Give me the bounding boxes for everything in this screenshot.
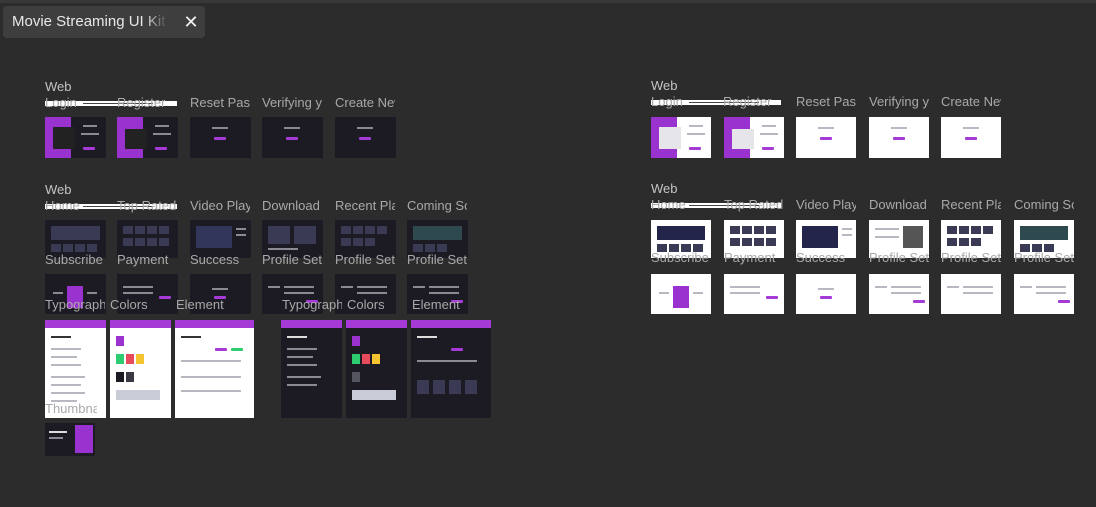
tab-title: Movie Streaming UI Kit <box>12 13 166 30</box>
frame-label: Create New Password <box>335 95 395 110</box>
frame-thumbnail[interactable] <box>1014 274 1074 314</box>
frame-thumbnail[interactable] <box>869 274 929 314</box>
frame-label: Element <box>412 297 460 312</box>
frame-thumbnail[interactable] <box>346 320 407 418</box>
frame-label: Profile Setting <box>941 250 1001 265</box>
frame-label: Subscribe <box>651 250 709 265</box>
frame-label: Download <box>262 198 320 213</box>
frame-thumbnail[interactable] <box>796 117 856 158</box>
frame-label: Profile Setting <box>869 250 929 265</box>
frame-label: Payment <box>724 250 776 265</box>
frame-label: Subscribe <box>45 252 103 267</box>
frame-thumbnail[interactable] <box>335 117 396 158</box>
frame-thumbnail[interactable] <box>651 274 711 314</box>
frame-label: Top Rated <box>724 197 784 212</box>
frame-label: Success <box>190 252 240 267</box>
frame-label: Payment <box>117 252 169 267</box>
frame-label: Verifying your email <box>262 95 322 110</box>
frame-label: Coming Soon <box>1014 197 1074 212</box>
frame-label: Reset Password <box>796 94 856 109</box>
section-title-web: Web <box>651 181 678 196</box>
frame-label: Profile Setting <box>407 252 467 267</box>
frame-label: Typography <box>45 297 105 312</box>
frame-thumbnail[interactable] <box>411 320 491 418</box>
frame-thumbnail[interactable] <box>262 117 323 158</box>
frame-label: Home <box>45 198 80 213</box>
frame-thumbnail[interactable] <box>941 274 1001 314</box>
frame-thumbnail[interactable] <box>117 117 178 158</box>
section-title-web: Web <box>45 79 72 94</box>
document-tab[interactable]: Movie Streaming UI Kit ✕ <box>3 6 205 38</box>
frame-label: Thumbnail <box>45 401 97 416</box>
frame-label: Recent Played <box>335 198 395 213</box>
frame-label: Coming Soon <box>407 198 467 213</box>
frame-label: Colors <box>347 297 385 312</box>
frame-thumbnail[interactable] <box>941 117 1001 158</box>
frame-label: Login <box>45 95 77 110</box>
frame-label: Profile Setting <box>262 252 322 267</box>
frame-label: Top Rated <box>117 198 177 213</box>
frame-label: Element <box>176 297 224 312</box>
frame-thumbnail[interactable] <box>190 117 251 158</box>
frame-label: Recent Played <box>941 197 1001 212</box>
frame-thumbnail[interactable] <box>796 274 856 314</box>
frame-label: Colors <box>110 297 148 312</box>
frame-label: Typography <box>282 297 342 312</box>
frame-label: Video Player <box>796 197 856 212</box>
section-title-web: Web <box>651 78 678 93</box>
frame-thumbnail[interactable] <box>175 320 254 418</box>
frame-thumbnail[interactable] <box>724 274 784 314</box>
frame-label: Create New Password <box>941 94 1001 109</box>
frame-label: Success <box>796 250 846 265</box>
frame-thumbnail[interactable] <box>724 117 784 158</box>
frame-thumbnail[interactable] <box>869 117 929 158</box>
frame-label: Video Player <box>190 198 250 213</box>
frame-label: Register <box>117 95 166 110</box>
frame-thumbnail[interactable] <box>110 320 171 418</box>
frame-label: Verifying your email <box>869 94 929 109</box>
close-icon[interactable]: ✕ <box>180 11 202 33</box>
frame-label: Register <box>723 94 772 109</box>
frame-label: Home <box>651 197 686 212</box>
frame-label: Login <box>651 94 683 109</box>
frame-label: Profile Setting <box>335 252 395 267</box>
frame-thumbnail[interactable] <box>281 320 342 418</box>
frame-label: Reset Password <box>190 95 250 110</box>
frame-thumbnail[interactable] <box>45 423 95 456</box>
frame-label: Profile Setting <box>1014 250 1074 265</box>
frame-label: Download <box>869 197 927 212</box>
section-title-web: Web <box>45 182 72 197</box>
frame-thumbnail[interactable] <box>651 117 711 158</box>
window-top-border <box>0 0 1096 3</box>
frame-thumbnail[interactable] <box>45 117 106 158</box>
